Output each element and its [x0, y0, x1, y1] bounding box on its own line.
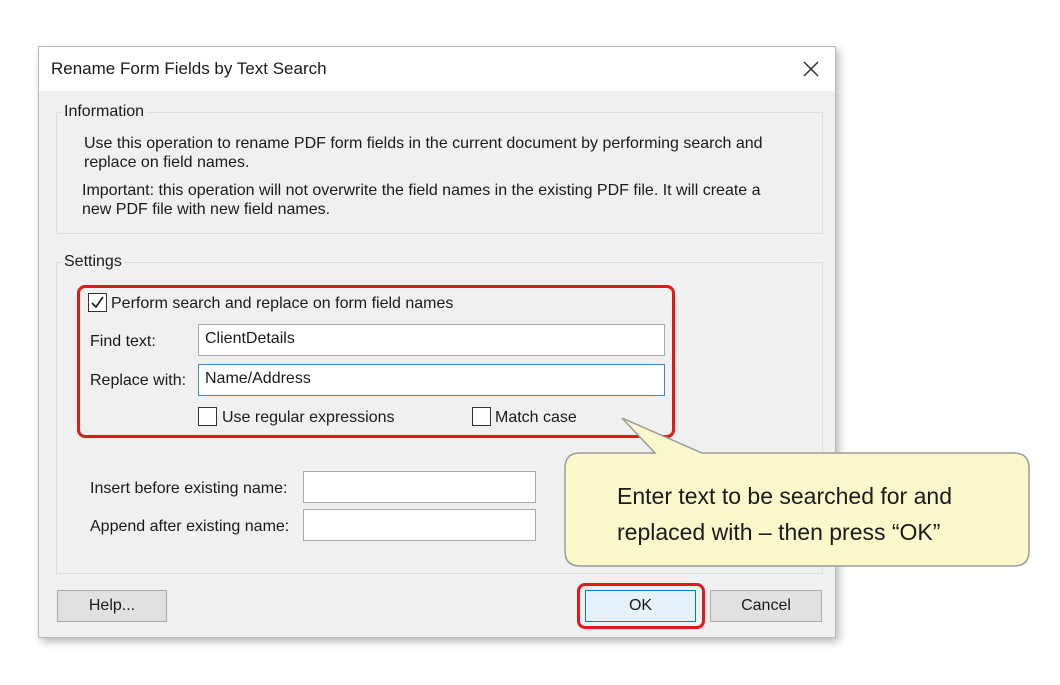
callout-text-line-1: Enter text to be searched for and	[617, 483, 952, 509]
callout-text-line-2: replaced with – then press “OK”	[617, 519, 941, 545]
callout-text: Enter text to be searched for and replac…	[617, 478, 1007, 550]
callout-bubble	[564, 417, 1030, 567]
